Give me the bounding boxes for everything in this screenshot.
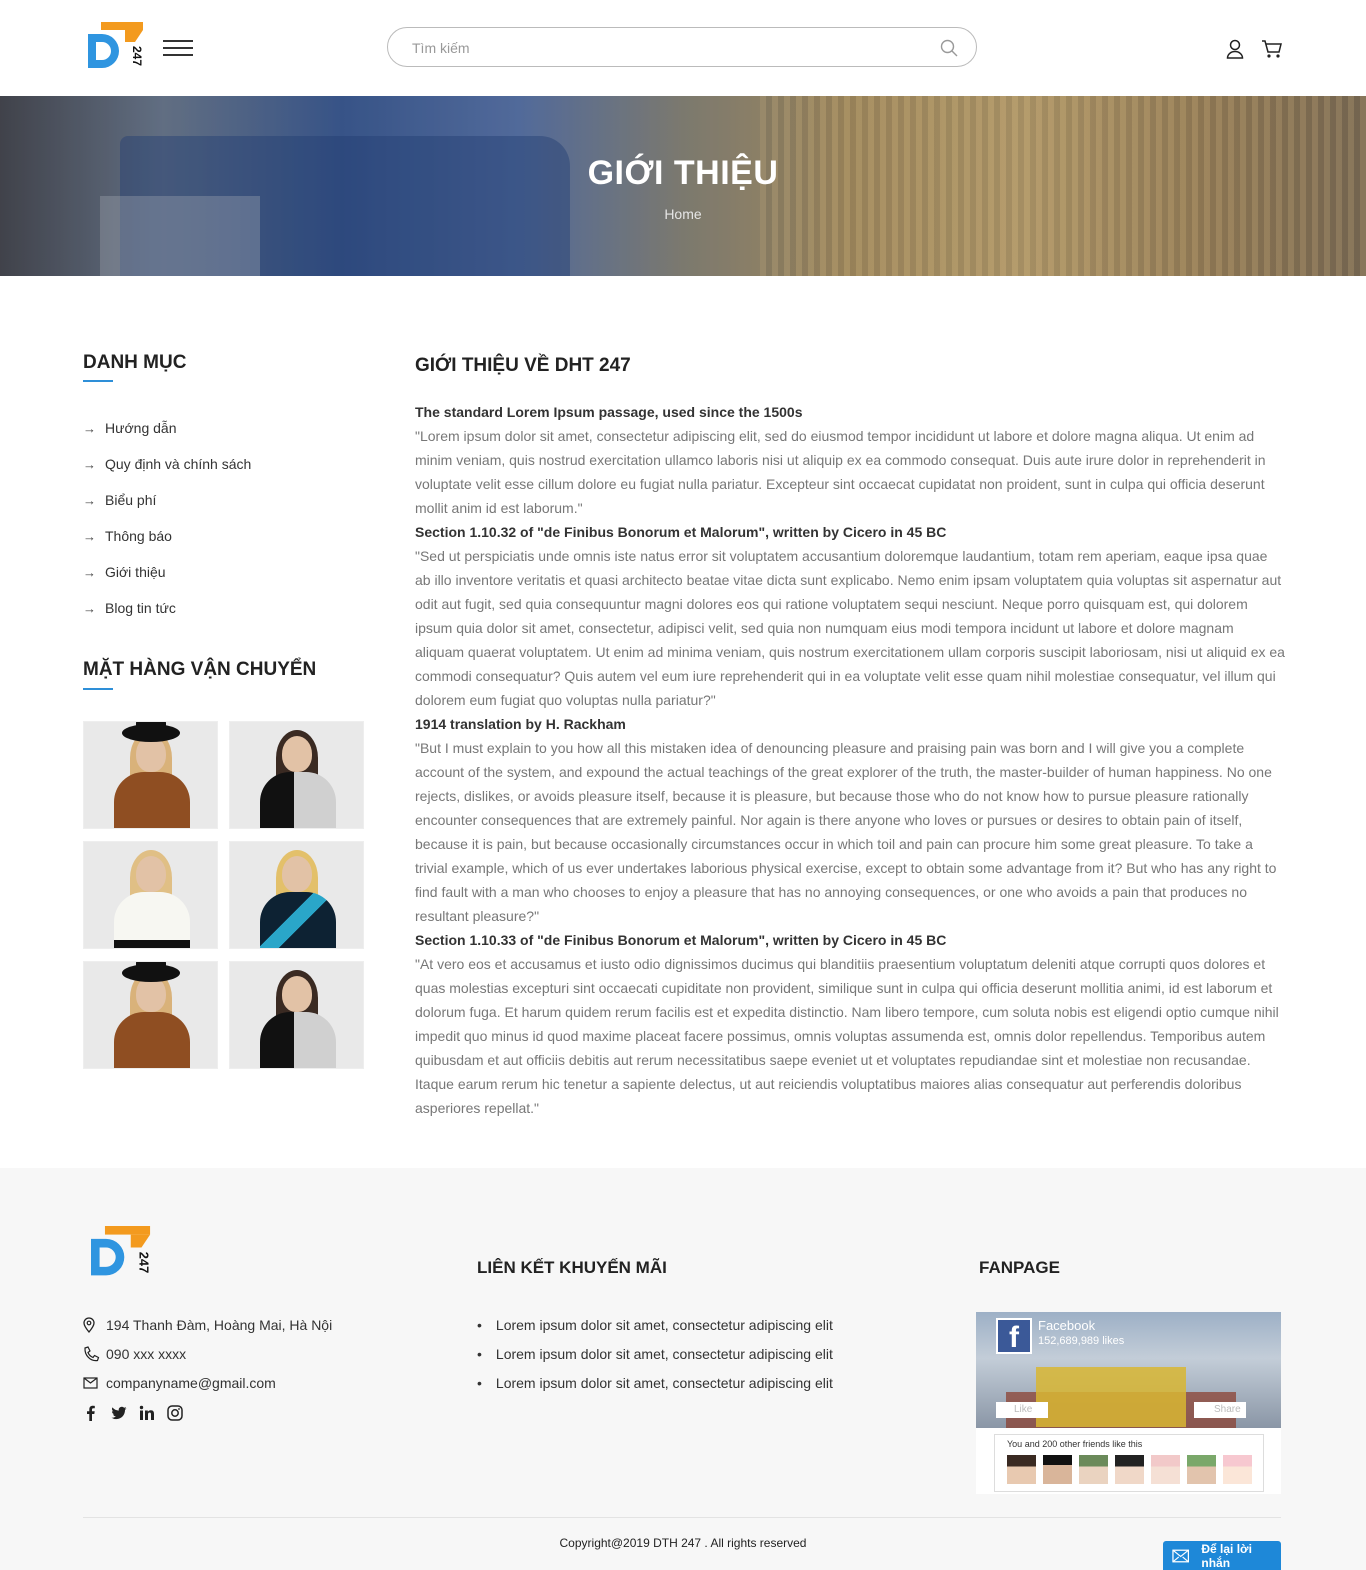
facebook-fanpage-widget[interactable]: f Facebook 152,689,989 likes Like Share … bbox=[976, 1312, 1281, 1494]
arrow-right-icon: → bbox=[83, 528, 96, 544]
section-body: "But I must explain to you how all this … bbox=[415, 740, 1277, 924]
title-underline bbox=[83, 380, 113, 382]
fanpage-name[interactable]: Facebook bbox=[1038, 1318, 1095, 1333]
section-body: "Sed ut perspiciatis unde omnis iste nat… bbox=[415, 548, 1285, 708]
friend-avatars bbox=[1007, 1455, 1252, 1484]
facebook-icon[interactable] bbox=[83, 1405, 99, 1421]
page-title: GIỚI THIỆU bbox=[587, 154, 779, 192]
content-section: 1914 translation by H. Rackham "But I mu… bbox=[415, 712, 1285, 928]
logo[interactable]: 247 bbox=[85, 22, 145, 76]
copyright-text: Copyright@2019 DTH 247 . All rights rese… bbox=[559, 1536, 807, 1550]
contact-info: 194 Thanh Đàm, Hoàng Mai, Hà Nội 090 xxx… bbox=[83, 1310, 332, 1397]
arrow-right-icon: → bbox=[83, 600, 96, 616]
avatar[interactable] bbox=[1079, 1455, 1108, 1484]
cart-icon[interactable] bbox=[1261, 39, 1283, 59]
phone-icon bbox=[84, 1345, 100, 1361]
leave-message-button[interactable]: Để lại lời nhắn bbox=[1163, 1541, 1281, 1570]
section-heading: Section 1.10.33 of "de Finibus Bonorum e… bbox=[415, 932, 947, 948]
svg-text:247: 247 bbox=[136, 1252, 151, 1273]
section-heading: Section 1.10.32 of "de Finibus Bonorum e… bbox=[415, 524, 947, 540]
location-pin-icon bbox=[83, 1316, 95, 1333]
section-body: "At vero eos et accusamus et iusto odio … bbox=[415, 956, 1279, 1116]
promo-links: Lorem ipsum dolor sit amet, consectetur … bbox=[477, 1310, 833, 1397]
svg-text:247: 247 bbox=[130, 46, 144, 66]
arrow-right-icon: → bbox=[83, 456, 96, 472]
category-item[interactable]: → Giới thiệu bbox=[83, 554, 251, 590]
content-section: The standard Lorem Ipsum passage, used s… bbox=[415, 400, 1285, 520]
search-icon[interactable] bbox=[940, 39, 958, 57]
category-item[interactable]: → Quy định và chính sách bbox=[83, 446, 251, 482]
page-banner: GIỚI THIỆU Home bbox=[0, 96, 1366, 276]
content-section: Section 1.10.33 of "de Finibus Bonorum e… bbox=[415, 928, 1285, 1120]
social-links bbox=[83, 1405, 183, 1421]
category-item[interactable]: → Biểu phí bbox=[83, 482, 251, 518]
fanpage-title: FANPAGE bbox=[979, 1258, 1060, 1277]
category-item[interactable]: → Blog tin tức bbox=[83, 590, 251, 626]
product-image[interactable] bbox=[83, 841, 218, 949]
menu-toggle-icon[interactable] bbox=[163, 40, 193, 60]
product-image[interactable] bbox=[83, 961, 218, 1069]
product-image[interactable] bbox=[83, 721, 218, 829]
like-button[interactable]: Like bbox=[996, 1402, 1048, 1418]
search-box bbox=[387, 27, 977, 67]
contact-phone[interactable]: 090 xxx xxxx bbox=[83, 1339, 332, 1368]
content-section: Section 1.10.32 of "de Finibus Bonorum e… bbox=[415, 520, 1285, 712]
categories-title: DANH MỤC bbox=[83, 352, 187, 373]
product-image[interactable] bbox=[229, 961, 364, 1069]
category-item[interactable]: → Hướng dẫn bbox=[83, 410, 251, 446]
breadcrumb[interactable]: Home bbox=[0, 206, 1366, 222]
section-heading: The standard Lorem Ipsum passage, used s… bbox=[415, 404, 803, 420]
search-input[interactable] bbox=[412, 37, 912, 59]
footer-logo[interactable]: 247 bbox=[87, 1226, 153, 1284]
avatar[interactable] bbox=[1115, 1455, 1144, 1484]
avatar[interactable] bbox=[1151, 1455, 1180, 1484]
friends-text: You and 200 other friends like this bbox=[1007, 1439, 1143, 1449]
product-image[interactable] bbox=[229, 841, 364, 949]
contact-email[interactable]: companyname@gmail.com bbox=[83, 1368, 332, 1397]
friends-box: You and 200 other friends like this bbox=[994, 1434, 1264, 1492]
linkedin-icon[interactable] bbox=[139, 1405, 155, 1421]
avatar[interactable] bbox=[1043, 1455, 1072, 1484]
mail-icon bbox=[1172, 1549, 1190, 1562]
products-title: MẶT HÀNG VẬN CHUYỂN bbox=[83, 659, 317, 680]
twitter-icon[interactable] bbox=[111, 1405, 127, 1421]
arrow-right-icon: → bbox=[83, 492, 96, 508]
content-title: GIỚI THIỆU VỀ DHT 247 bbox=[415, 355, 631, 376]
avatar[interactable] bbox=[1007, 1455, 1036, 1484]
product-image[interactable] bbox=[229, 721, 364, 829]
promo-link[interactable]: Lorem ipsum dolor sit amet, consectetur … bbox=[477, 1310, 833, 1339]
avatar[interactable] bbox=[1223, 1455, 1252, 1484]
site-footer: 247 194 Thanh Đàm, Hoàng Mai, Hà Nội 090… bbox=[0, 1168, 1366, 1570]
footer-divider bbox=[83, 1517, 1281, 1518]
share-button[interactable]: Share bbox=[1194, 1402, 1246, 1418]
section-heading: 1914 translation by H. Rackham bbox=[415, 716, 626, 732]
promo-link[interactable]: Lorem ipsum dolor sit amet, consectetur … bbox=[477, 1339, 833, 1368]
promo-link[interactable]: Lorem ipsum dolor sit amet, consectetur … bbox=[477, 1368, 833, 1397]
fanpage-likes: 152,689,989 likes bbox=[1038, 1335, 1125, 1347]
section-body: "Lorem ipsum dolor sit amet, consectetur… bbox=[415, 428, 1266, 516]
promo-title: LIÊN KẾT KHUYẾN MÃI bbox=[477, 1258, 667, 1277]
site-header: 247 bbox=[0, 0, 1366, 96]
category-item[interactable]: → Thông báo bbox=[83, 518, 251, 554]
facebook-logo-icon: f bbox=[996, 1318, 1032, 1354]
mail-icon bbox=[83, 1376, 98, 1389]
arrow-right-icon: → bbox=[83, 420, 96, 436]
title-underline bbox=[83, 688, 113, 690]
category-list: → Hướng dẫn → Quy định và chính sách → Biểu… bbox=[83, 410, 251, 626]
arrow-right-icon: → bbox=[83, 564, 96, 580]
contact-address: 194 Thanh Đàm, Hoàng Mai, Hà Nội bbox=[83, 1310, 332, 1339]
avatar[interactable] bbox=[1187, 1455, 1216, 1484]
user-icon[interactable] bbox=[1226, 39, 1244, 59]
instagram-icon[interactable] bbox=[167, 1405, 183, 1421]
